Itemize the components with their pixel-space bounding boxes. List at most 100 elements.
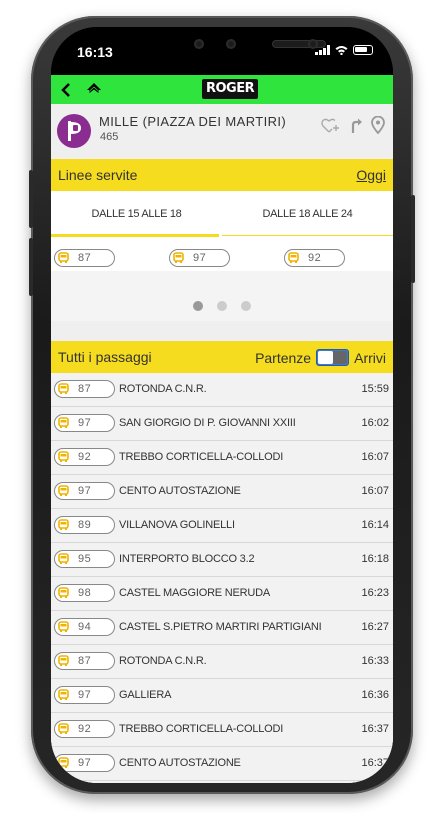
line-chip[interactable]: 87	[54, 249, 115, 269]
page-dot[interactable]	[217, 301, 227, 311]
bus-icon	[58, 485, 69, 496]
passage-row[interactable]: 97 CENTO AUTOSTAZIONE 16:37	[51, 747, 393, 781]
departure-time: 16:33	[361, 655, 389, 667]
day-link[interactable]: Oggi	[356, 167, 386, 183]
stop-code: 465	[100, 131, 119, 143]
passage-row[interactable]: 95 INTERPORTO BLOCCO 3.2 16:18	[51, 543, 393, 577]
status-bar: 16:13	[51, 27, 393, 75]
line-number: 95	[78, 553, 92, 565]
line-number: 97	[78, 485, 92, 497]
line-chip[interactable]: 97	[169, 249, 230, 269]
line-chip[interactable]: 98	[54, 584, 115, 602]
page-dot[interactable]	[241, 301, 251, 311]
bus-icon	[58, 451, 69, 462]
line-number: 92	[78, 451, 92, 463]
bus-icon	[58, 553, 69, 564]
line-number: 94	[78, 621, 92, 633]
departure-time: 16:14	[361, 519, 389, 531]
tab-divider	[222, 235, 393, 236]
passage-row[interactable]: 92 TREBBO CORTICELLA-COLLODI 16:37	[51, 713, 393, 747]
line-number: 92	[78, 723, 92, 735]
bus-icon	[58, 417, 69, 428]
destination: TREBBO CORTICELLA-COLLODI	[119, 451, 284, 463]
tab-18-24[interactable]: DALLE 18 ALLE 24	[222, 191, 393, 236]
destination: CENTO AUTOSTAZIONE	[119, 485, 241, 497]
stop-actions	[321, 116, 385, 134]
line-chip[interactable]: 87	[54, 380, 115, 398]
home-icon[interactable]	[83, 79, 105, 101]
passage-row[interactable]: 89CA' DELL'ORBO GRANDI16:	[51, 781, 393, 783]
status-icons	[315, 45, 373, 55]
line-chip[interactable]: 97	[54, 754, 115, 772]
passage-row[interactable]: 98 CASTEL MAGGIORE NERUDA 16:23	[51, 577, 393, 611]
page-dot[interactable]	[193, 301, 203, 311]
arrivals-label: Arrivi	[354, 349, 386, 366]
camera	[194, 39, 204, 49]
sensor	[226, 39, 236, 49]
bus-icon	[58, 383, 69, 394]
bus-stop-icon	[57, 114, 91, 148]
line-chip[interactable]: 97	[54, 482, 115, 500]
departures-label: Partenze	[255, 349, 312, 366]
location-pin-icon[interactable]	[371, 116, 385, 134]
stop-name: MILLE (PIAZZA DEI MARTIRI)	[99, 114, 287, 129]
tab-15-18[interactable]: DALLE 15 ALLE 18	[51, 191, 222, 236]
passages-list[interactable]: 87 ROTONDA C.N.R. 15:59 97 SAN GIORGIO DI P.…	[51, 373, 393, 783]
lines-carousel: 87 97 92	[51, 239, 393, 321]
departure-time: 16:07	[361, 451, 389, 463]
passage-row[interactable]: 97 GALLIERA 16:36	[51, 679, 393, 713]
back-arrow-icon[interactable]	[55, 79, 77, 101]
line-chip[interactable]: 97	[54, 686, 115, 704]
departure-time: 15:59	[361, 383, 389, 395]
line-number: 92	[308, 252, 322, 264]
stop-header: MILLE (PIAZZA DEI MARTIRI) 465	[51, 104, 393, 159]
line-chip[interactable]: 92	[284, 249, 345, 269]
departure-time: 16:18	[361, 553, 389, 565]
app-container: ROGER MILLE (PIAZZA DEI MARTIRI) 465 Lin…	[51, 75, 393, 783]
carousel-pagination	[51, 301, 393, 311]
line-chip[interactable]: 92	[54, 448, 115, 466]
passage-row[interactable]: 94 CASTEL S.PIETRO MARTIRI PARTIGIANI 16:2…	[51, 611, 393, 645]
line-chip[interactable]: 92	[54, 720, 115, 738]
line-number: 87	[78, 252, 92, 264]
carousel-background	[51, 271, 393, 321]
bus-icon	[58, 689, 69, 700]
bus-icon	[173, 252, 184, 263]
phone-side-button	[411, 195, 415, 283]
favorite-add-icon[interactable]	[321, 117, 341, 133]
bus-icon	[58, 723, 69, 734]
passage-row[interactable]: 87 ROTONDA C.N.R. 15:59	[51, 373, 393, 407]
directions-icon[interactable]	[349, 116, 363, 134]
bus-icon	[288, 252, 299, 263]
bus-icon	[58, 519, 69, 530]
line-chip[interactable]: 95	[54, 550, 115, 568]
destination: INTERPORTO BLOCCO 3.2	[119, 553, 255, 565]
line-chip[interactable]: 89	[54, 516, 115, 534]
departure-time: 16:27	[361, 621, 389, 633]
line-chip[interactable]: 97	[54, 414, 115, 432]
line-number: 87	[78, 655, 92, 667]
bus-icon	[58, 621, 69, 632]
destination: CENTO AUTOSTAZIONE	[119, 757, 241, 769]
notch	[126, 27, 326, 61]
top-bar: ROGER	[51, 75, 393, 104]
departure-time: 16:36	[361, 689, 389, 701]
passage-row[interactable]: 92 TREBBO CORTICELLA-COLLODI 16:07	[51, 441, 393, 475]
line-chip[interactable]: 94	[54, 618, 115, 636]
passage-row[interactable]: 97 CENTO AUTOSTAZIONE 16:07	[51, 475, 393, 509]
passage-row[interactable]: 87 ROTONDA C.N.R. 16:33	[51, 645, 393, 679]
passage-row[interactable]: 89 VILLANOVA GOLINELLI 16:14	[51, 509, 393, 543]
destination: SAN GIORGIO DI P. GIOVANNI XXIII	[119, 417, 296, 429]
lines-section-header: Linee servite Oggi	[51, 159, 393, 191]
destination: GALLIERA	[119, 689, 172, 701]
departure-time: 16:37	[361, 757, 389, 769]
active-tab-indicator	[51, 234, 219, 237]
direction-toggle[interactable]	[316, 349, 350, 366]
status-time: 16:13	[77, 44, 113, 60]
phone-side-button	[29, 238, 33, 296]
destination: TREBBO CORTICELLA-COLLODI	[119, 723, 284, 735]
line-chip[interactable]: 87	[54, 652, 115, 670]
bus-icon	[58, 587, 69, 598]
bus-icon	[58, 655, 69, 666]
passage-row[interactable]: 97 SAN GIORGIO DI P. GIOVANNI XXIII 16:02	[51, 407, 393, 441]
